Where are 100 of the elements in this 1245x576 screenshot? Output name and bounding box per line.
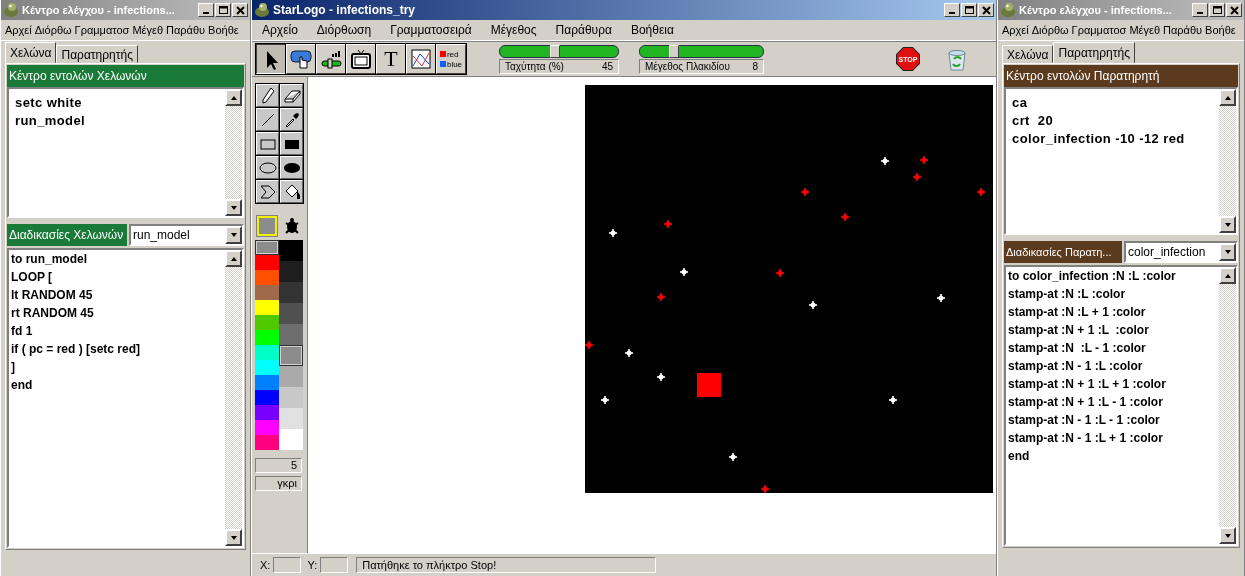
command-area[interactable]: setc white run_model [7,87,244,218]
close-button[interactable] [978,3,994,17]
scroll-down-button[interactable] [1219,216,1236,233]
maximize-button[interactable] [961,3,977,17]
scrollbar[interactable] [225,250,242,546]
eraser-tool-button[interactable] [280,84,303,107]
color-swatch[interactable] [255,300,279,315]
color-swatch[interactable] [255,240,279,255]
menu-item[interactable]: Διόρθωση [316,22,372,38]
dropdown-button[interactable] [1219,243,1236,261]
pointer-tool-button[interactable] [256,44,286,74]
code-editor[interactable] [1004,265,1238,546]
scroll-up-button[interactable] [1219,89,1236,106]
menu-item[interactable]: Παράθυρα [555,22,612,38]
turtle-icon [1000,2,1016,18]
tab[interactable]: Χελώνα [5,42,57,63]
color-swatch[interactable] [255,420,279,435]
command-line: crt 20 [1012,113,1055,130]
menu-item[interactable]: Βοήθε [208,23,239,37]
color-swatch[interactable] [279,303,303,324]
color-swatch[interactable] [255,285,279,300]
color-swatch[interactable] [279,261,303,282]
turtle-icon[interactable] [283,217,301,235]
code-line: LOOP [ [11,270,54,286]
color-swatch[interactable] [279,366,303,387]
tab[interactable]: Παρατηρητής [1053,42,1135,63]
color-swatch[interactable] [255,435,279,450]
menu-item[interactable]: Διόρθω [1031,23,1069,37]
slider-track[interactable] [499,44,619,58]
slider-thumb[interactable] [669,44,680,58]
scroll-up-button[interactable] [1219,267,1236,284]
color-swatch[interactable] [255,315,279,330]
dropdown-button[interactable] [225,226,242,244]
command-area[interactable]: ca crt 20 color_infection -10 -12 red [1004,87,1238,235]
color-swatch[interactable] [279,324,303,345]
slider-thumb[interactable] [550,44,561,58]
ellipse-tool-button[interactable] [256,156,279,179]
menu-item[interactable]: Μέγεθ [1129,23,1160,37]
command-line: run_model [15,113,87,130]
color-swatch[interactable] [279,387,303,408]
filled-ellipse-tool-button[interactable] [280,156,303,179]
color-swatch[interactable] [255,360,279,375]
drawing-canvas[interactable] [308,77,996,553]
scrollbar[interactable] [1219,89,1236,233]
color-swatch[interactable] [279,408,303,429]
color-swatch[interactable] [279,429,303,450]
fill-tool-button[interactable] [280,180,303,203]
menu-item[interactable]: Αρχεί [5,23,32,37]
monitor-tool-button[interactable] [346,44,376,74]
color-swatch[interactable] [255,270,279,285]
menu-item[interactable]: Μέγεθ [132,23,163,37]
pen-size-field[interactable]: 5 [255,458,302,473]
menu-item[interactable]: Αρχεί [1002,23,1029,37]
code-line: rt RANDOM 45 [11,306,95,322]
slider-tool-button[interactable] [316,44,346,74]
color-chooser-tool-button[interactable]: red blue [436,44,466,74]
current-color-swatch[interactable] [257,216,277,236]
graph-tool-button[interactable] [406,44,436,74]
color-swatch[interactable] [255,345,279,360]
procedure-dropdown[interactable]: color_infection [1124,241,1238,263]
stamp-tool-button[interactable] [256,180,279,203]
scroll-down-button[interactable] [225,529,242,546]
color-swatch[interactable] [255,330,279,345]
pencil-tool-button[interactable] [256,84,279,107]
menu-item[interactable]: Γραμματοσ [1071,23,1127,37]
color-swatch[interactable] [279,345,303,366]
scrollbar[interactable] [225,89,242,216]
menu-item[interactable]: Αρχείο [262,22,298,38]
filled-rectangle-tool-button[interactable] [280,132,303,155]
menu-item[interactable]: Γραμματοσ [74,23,130,37]
eyedropper-tool-button[interactable] [280,108,303,131]
scroll-up-button[interactable] [225,250,242,267]
color-swatch[interactable] [279,282,303,303]
tab[interactable]: Χελώνα [1002,45,1054,63]
color-swatch[interactable] [255,390,279,405]
code-line: stamp-at :N + 1 :L - 1 :color [1008,395,1164,411]
menu-item[interactable]: Μέγεθος [490,22,537,38]
procedure-dropdown[interactable]: run_model [129,224,244,246]
button-tool-button[interactable] [286,44,316,74]
menu-item[interactable]: Διόρθω [34,23,72,37]
scroll-down-button[interactable] [1219,527,1236,544]
text-tool-button[interactable]: T [376,44,406,74]
color-swatch[interactable] [255,375,279,390]
menu-item[interactable]: Παράθυ [1163,23,1203,37]
scrollbar[interactable] [1219,267,1236,544]
tab[interactable]: Παρατηρητής [56,45,138,63]
scroll-up-button[interactable] [225,89,242,106]
rectangle-tool-button[interactable] [256,132,279,155]
color-swatch[interactable] [255,255,279,270]
line-tool-button[interactable] [256,108,279,131]
color-swatch[interactable] [279,240,303,261]
menu-item[interactable]: Γραμματοσειρά [390,22,472,38]
menu-item[interactable]: Βοήθε [1205,23,1236,37]
minimize-button[interactable] [944,3,960,17]
code-editor[interactable]: to run_model LOOP [ lt RANDOM 45 rt RANDOM 45 fd 1 if ( pc = red ) [setc red] ] end [7,248,244,548]
menu-item[interactable]: Βοήθεια [630,22,674,38]
menu-item[interactable]: Παράθυ [166,23,206,37]
color-swatch[interactable] [255,405,279,420]
scroll-down-button[interactable] [225,199,242,216]
slider-track[interactable] [639,44,764,58]
